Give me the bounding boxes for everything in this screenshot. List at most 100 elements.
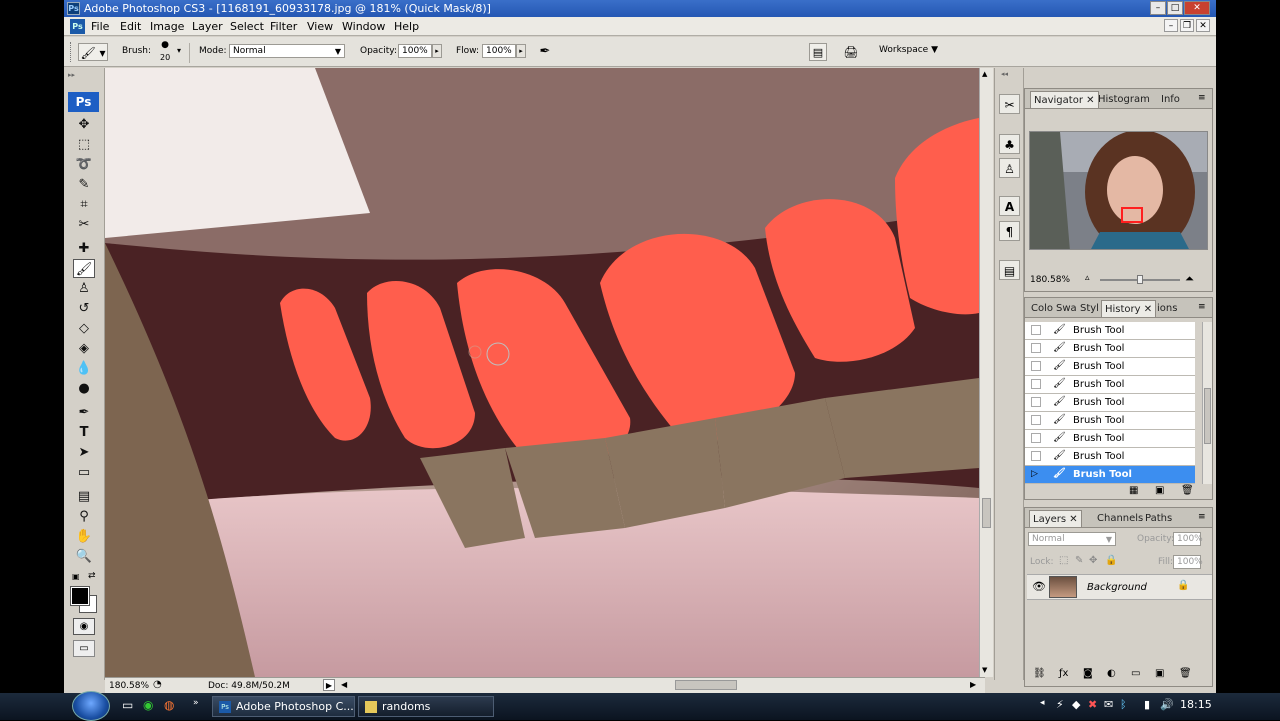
history-state[interactable]: 🖌 Brush Tool — [1025, 448, 1195, 466]
tray-clock[interactable]: 18:15 — [1180, 698, 1212, 711]
paint-bucket-tool-icon[interactable]: ◈ — [73, 339, 95, 358]
brushes-panel-icon[interactable]: ♣ — [999, 134, 1020, 154]
vertical-scroll-thumb[interactable] — [982, 498, 991, 528]
tray-security-icon[interactable]: ✖ — [1088, 698, 1097, 711]
tab-color[interactable]: Colo — [1029, 300, 1055, 317]
menu-window[interactable]: Window — [342, 20, 385, 33]
lock-all-icon[interactable]: 🔒 — [1105, 555, 1117, 566]
show-desktop-icon[interactable]: ▭ — [122, 698, 133, 712]
history-state[interactable]: 🖌 Brush Tool — [1025, 376, 1195, 394]
quicklaunch-more-icon[interactable]: » — [193, 698, 199, 708]
history-state[interactable]: 🖌 Brush Tool — [1025, 358, 1195, 376]
fill-input[interactable]: 100% — [1173, 555, 1203, 569]
ps-menu-icon[interactable]: Ps — [70, 19, 85, 34]
status-info-icon[interactable]: ◔ — [153, 679, 162, 690]
history-source-checkbox[interactable] — [1031, 379, 1041, 389]
tab-paths[interactable]: Paths — [1142, 510, 1175, 527]
toolbox-ps-logo[interactable]: Ps — [68, 92, 99, 112]
default-colors-icon[interactable]: ▣ — [72, 572, 80, 581]
layer-comps-panel-icon[interactable]: ▤ — [999, 260, 1020, 280]
new-group-icon[interactable]: ▭ — [1131, 668, 1140, 679]
tray-network-icon[interactable]: ⚡ — [1056, 698, 1064, 711]
brush-dot-icon[interactable]: ● — [158, 40, 172, 50]
screen-mode-icon[interactable]: ▭ — [73, 640, 95, 657]
mode-select[interactable]: Normal ▼ — [229, 44, 345, 58]
notes-tool-icon[interactable]: ▤ — [73, 487, 95, 506]
dodge-tool-icon[interactable]: ● — [73, 379, 95, 398]
menu-edit[interactable]: Edit — [120, 20, 141, 33]
history-state[interactable]: 🖌 Brush Tool — [1025, 430, 1195, 448]
doc-minimize-button[interactable]: – — [1164, 19, 1178, 32]
history-scrollbar[interactable] — [1202, 322, 1212, 484]
flow-input[interactable]: 100% — [482, 44, 516, 58]
scroll-down-icon[interactable]: ▼ — [982, 666, 987, 674]
quick-selection-tool-icon[interactable]: ✎ — [73, 175, 95, 194]
canvas-vertical-scrollbar[interactable]: ▲ ▼ — [979, 68, 993, 677]
history-source-checkbox[interactable] — [1031, 397, 1041, 407]
tray-volume-icon[interactable]: 🔊 — [1160, 698, 1174, 711]
slice-tool-icon[interactable]: ✂ — [73, 215, 95, 234]
brush-picker-chevron-icon[interactable]: ▾ — [177, 46, 181, 55]
menu-image[interactable]: Image — [150, 20, 184, 33]
menu-select[interactable]: Select — [230, 20, 264, 33]
tab-actions[interactable]: ions — [1155, 300, 1179, 317]
menu-help[interactable]: Help — [394, 20, 419, 33]
opacity-input[interactable]: 100% — [398, 44, 432, 58]
tray-bluetooth-icon[interactable]: ᛒ — [1120, 698, 1127, 711]
history-state[interactable]: 🖌 Brush Tool — [1025, 322, 1195, 340]
crop-tool-icon[interactable]: ⌗ — [73, 195, 95, 214]
zoom-tool-icon[interactable]: 🔍 — [73, 547, 95, 566]
close-button[interactable]: ✕ — [1184, 1, 1210, 15]
tab-swatches[interactable]: Swa — [1054, 300, 1079, 317]
horizontal-scroll-thumb[interactable] — [675, 680, 737, 690]
browser-icon[interactable]: ◍ — [164, 698, 174, 712]
menu-layer[interactable]: Layer — [192, 20, 223, 33]
navigator-zoom-thumb[interactable] — [1137, 275, 1143, 284]
lock-transparency-icon[interactable]: ⬚ — [1059, 555, 1068, 566]
history-state[interactable]: 🖌 Brush Tool — [1025, 340, 1195, 358]
zoom-in-icon[interactable]: ⏶ — [1185, 272, 1194, 286]
tray-app-icon[interactable]: ◆ — [1072, 698, 1080, 711]
tab-history[interactable]: History ✕ — [1101, 300, 1157, 317]
swap-colors-icon[interactable]: ⇄ — [88, 571, 96, 581]
history-state[interactable]: 🖌 Brush Tool — [1025, 412, 1195, 430]
new-document-from-state-icon[interactable]: ▦ — [1129, 485, 1138, 496]
history-source-checkbox[interactable] — [1031, 325, 1041, 335]
layer-mask-icon[interactable]: ◙ — [1083, 668, 1093, 679]
delete-layer-icon[interactable]: 🗑 — [1179, 668, 1192, 679]
blur-tool-icon[interactable]: 💧 — [73, 359, 95, 378]
history-source-checkbox[interactable] — [1031, 343, 1041, 353]
foreground-color-swatch[interactable] — [70, 586, 90, 606]
clone-source-panel-icon[interactable]: ♙ — [999, 158, 1020, 178]
lock-pixels-icon[interactable]: ✎ — [1075, 555, 1083, 566]
history-source-checkbox[interactable] — [1031, 451, 1041, 461]
menu-view[interactable]: View — [307, 20, 333, 33]
layers-panel-menu-icon[interactable]: ≡ — [1198, 512, 1206, 522]
scroll-right-icon[interactable]: ▶ — [970, 680, 976, 689]
eyedropper-tool-icon[interactable]: ⚲ — [73, 507, 95, 526]
lasso-tool-icon[interactable]: ➰ — [73, 155, 95, 174]
tab-info[interactable]: Info — [1158, 91, 1183, 108]
maximize-button[interactable]: □ — [1167, 1, 1183, 15]
taskbar-photoshop[interactable]: Ps Adobe Photoshop C... — [212, 696, 355, 717]
taskbar-randoms[interactable]: randoms — [358, 696, 494, 717]
history-state-current[interactable]: ▷ 🖌 Brush Tool — [1025, 466, 1195, 484]
doc-close-button[interactable]: ✕ — [1196, 19, 1210, 32]
history-panel-menu-icon[interactable]: ≡ — [1198, 302, 1206, 312]
tool-presets-panel-icon[interactable]: ✂ — [999, 94, 1020, 114]
new-layer-icon[interactable]: ▣ — [1155, 668, 1164, 679]
zoom-out-icon[interactable]: ▵ — [1085, 273, 1090, 283]
quick-mask-mode-icon[interactable]: ◉ — [73, 618, 95, 635]
toolbox-collapse-icon[interactable]: ▸▸ — [68, 72, 98, 79]
character-panel-icon[interactable]: A — [999, 196, 1020, 216]
tray-expand-icon[interactable]: ◂ — [1040, 698, 1045, 708]
tool-preset-brush-icon[interactable]: 🖌 ▾ — [78, 43, 108, 61]
layer-visibility-eye-icon[interactable]: 👁 — [1032, 580, 1046, 593]
status-menu-arrow-icon[interactable]: ▶ — [323, 679, 335, 691]
path-selection-tool-icon[interactable]: ➤ — [73, 443, 95, 462]
type-tool-icon[interactable]: T — [73, 423, 95, 442]
airbrush-icon[interactable]: ✒ — [534, 42, 556, 62]
brush-tool-icon[interactable]: 🖌 — [73, 259, 95, 278]
layer-opacity-input[interactable]: 100% — [1173, 532, 1203, 546]
tab-layers[interactable]: Layers ✕ — [1029, 510, 1082, 527]
